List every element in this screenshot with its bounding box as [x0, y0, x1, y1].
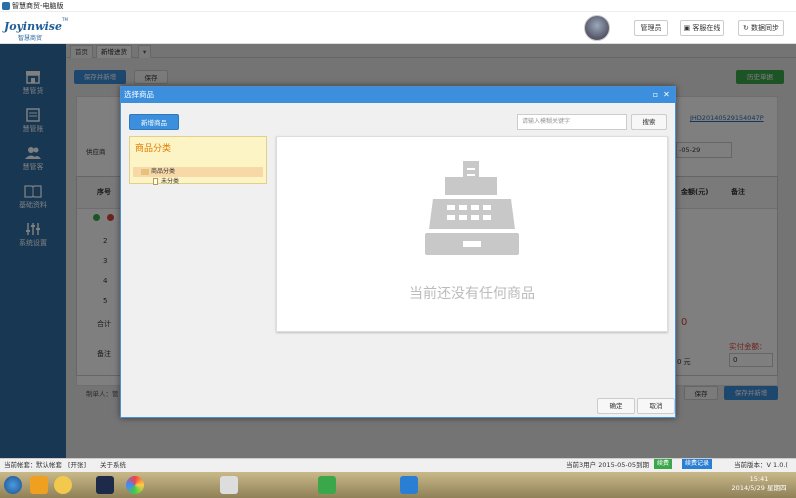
taskbar-app-icon[interactable] [30, 476, 48, 494]
empty-message: 当前还没有任何商品 [409, 286, 535, 302]
user-info: 当前3用户 2015-05-05到期 [566, 461, 649, 469]
taskbar-clock: 15:41 2014/5/29 星期四 [724, 475, 794, 493]
admin-button[interactable]: 管理员 [634, 20, 668, 36]
category-child-item[interactable]: 未分类 [133, 177, 179, 187]
renew-record-badge[interactable]: 续费记录 [682, 459, 713, 469]
dialog-title-bar: 选择商品 [121, 87, 675, 103]
renew-badge[interactable]: 续费 [654, 459, 673, 469]
version-label: 当前版本：V 1.0.( [734, 461, 788, 469]
select-product-dialog: 选择商品 ▫ ✕ 新增商品 请输入模糊关键字 搜索 商品分类 商品分类 未分类 … [120, 86, 676, 418]
search-input[interactable]: 请输入模糊关键字 [517, 114, 627, 130]
clock-date: 2014/5/29 星期四 [731, 484, 787, 492]
clock-time: 15:41 [749, 475, 769, 483]
data-sync-label: 数据同步 [751, 24, 780, 32]
app-icon [2, 2, 10, 10]
search-button[interactable]: 搜索 [631, 114, 667, 130]
taskbar-app-icon[interactable] [220, 476, 238, 494]
cash-register-icon [425, 161, 519, 255]
service-online-button[interactable]: ▣ 客服在线 [680, 20, 724, 36]
data-sync-button[interactable]: ↻ 数据同步 [738, 20, 784, 36]
app-header: Joyinwise TM 智慧商贸 管理员 ▣ 客服在线 ↻ 数据同步 [0, 12, 796, 44]
photoshop-icon[interactable] [96, 476, 114, 494]
category-root-label: 商品分类 [151, 168, 176, 175]
taskbar-app-icon[interactable] [400, 476, 418, 494]
folder-icon [141, 168, 149, 175]
current-account: 默认帐套 [36, 461, 62, 469]
about-link[interactable]: 关于系统 [100, 459, 126, 472]
file-icon [153, 178, 158, 185]
new-product-button[interactable]: 新增商品 [129, 114, 179, 130]
category-title: 商品分类 [135, 144, 172, 154]
window-titlebar: 智慧商贸-电脑版 [0, 0, 796, 12]
switch-account-link[interactable]: [开张] [68, 459, 86, 472]
brand-sub: 智慧商贸 [18, 35, 43, 42]
category-root-item[interactable]: 商品分类 [133, 167, 263, 177]
product-list-area: 当前还没有任何商品 [276, 136, 668, 332]
brand-name: Joyinwise [4, 20, 62, 33]
chrome-icon[interactable] [126, 476, 144, 494]
close-icon[interactable]: ✕ [662, 90, 671, 99]
taskbar-app-icon[interactable] [318, 476, 336, 494]
sync-icon: ↻ [742, 24, 752, 32]
service-online-label: 客服在线 [692, 24, 721, 32]
brand-tm: TM [62, 17, 68, 22]
category-child-label: 未分类 [161, 178, 180, 185]
windows-taskbar: 15:41 2014/5/29 星期四 [0, 472, 796, 498]
dialog-title: 选择商品 [124, 90, 154, 99]
start-button[interactable] [4, 476, 22, 494]
user-avatar[interactable] [584, 15, 610, 41]
window-title: 智慧商贸-电脑版 [12, 2, 64, 10]
maximize-icon[interactable]: ▫ [651, 90, 660, 99]
brand-logo: Joyinwise TM 智慧商贸 [4, 14, 70, 42]
cancel-button[interactable]: 取消 [637, 398, 675, 414]
status-bar: 当前帐套： 默认帐套 [开张] 关于系统 当前3用户 2015-05-05到期 … [0, 458, 796, 472]
confirm-button[interactable]: 确定 [597, 398, 635, 414]
taskbar-app-icon[interactable] [54, 476, 72, 494]
category-panel: 商品分类 商品分类 未分类 [129, 136, 267, 187]
current-account-label: 当前帐套： [4, 461, 37, 469]
